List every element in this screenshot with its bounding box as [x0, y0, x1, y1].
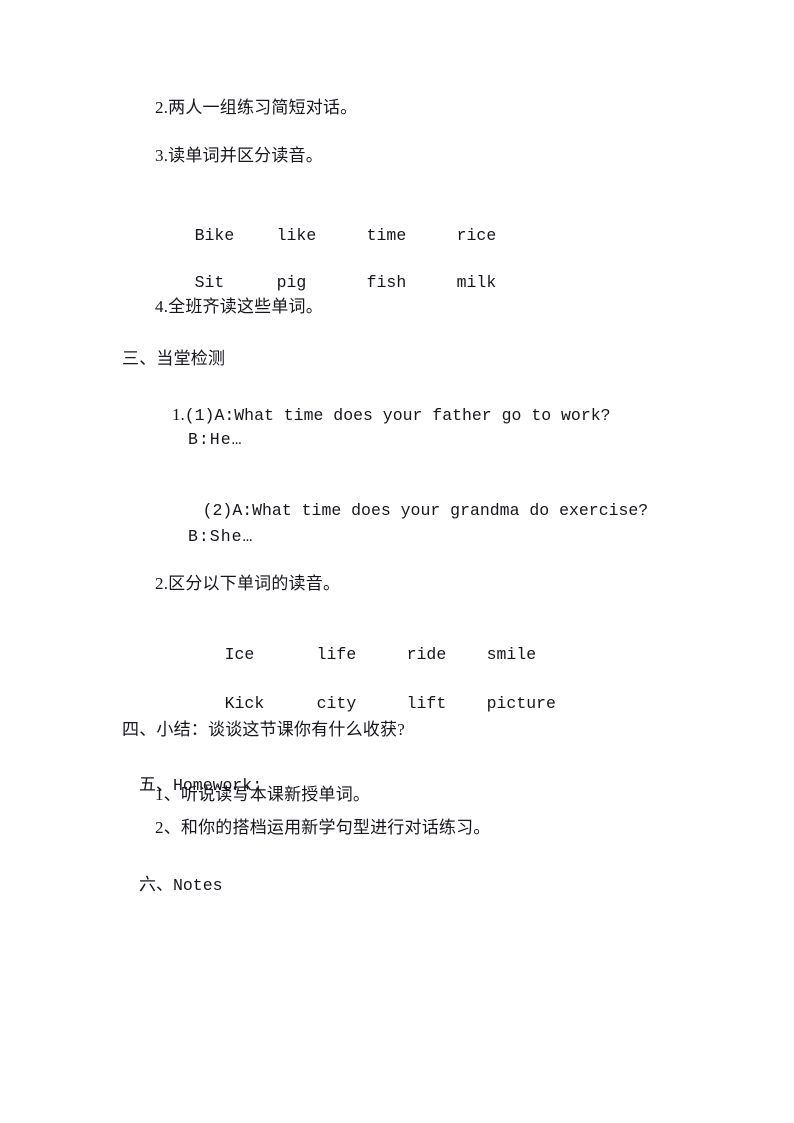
question-1-label: 1. — [172, 405, 185, 424]
word-cell: Bike — [194, 226, 235, 245]
homework-item-2: 2、和你的搭档运用新学句型进行对话练习。 — [155, 818, 491, 837]
dialogue-2-number: (2) — [202, 501, 233, 520]
dialogue-1-line-a: A:What time does your father go to work? — [214, 406, 611, 425]
word-cell: rice — [456, 226, 497, 245]
word-cell: time — [366, 226, 407, 245]
word-cell: fish — [366, 273, 407, 292]
word-cell: pig — [276, 273, 307, 292]
section-six-heading: 六、Notes — [122, 852, 223, 919]
word-cell: Kick — [224, 694, 265, 713]
section-four-heading: 四、小结：谈谈这节课你有什么收获? — [122, 720, 405, 739]
practice-item-2: 2.两人一组练习简短对话。 — [155, 98, 358, 117]
dialogue-2-text: A:What time does your grandma do exercis… — [232, 501, 649, 520]
section-three-heading: 三、当堂检测 — [122, 349, 226, 368]
practice-item-4: 4.全班齐读这些单词。 — [155, 297, 323, 316]
word-cell: milk — [456, 273, 497, 292]
word-cell: ride — [406, 645, 447, 664]
word-cell: lift — [406, 694, 447, 713]
dialogue-2-line-b: B:She… — [188, 527, 254, 546]
question-2-label: 2.区分以下单词的读音。 — [155, 574, 341, 593]
word-cell: picture — [486, 694, 556, 713]
section-six-title: Notes — [173, 876, 223, 895]
document-page: 2.两人一组练习简短对话。 3.读单词并区分读音。 Bike like time ri… — [0, 0, 794, 1123]
word-cell: Sit — [194, 273, 225, 292]
word-cell: city — [316, 694, 357, 713]
homework-item-1: 1、听说读写本课新授单词。 — [155, 785, 371, 804]
practice-item-3: 3.读单词并区分读音。 — [155, 146, 323, 165]
dialogue-1-number: (1) — [184, 406, 215, 425]
word-cell: like — [276, 226, 317, 245]
word-cell: smile — [486, 645, 537, 664]
section-six-prefix: 六、 — [139, 875, 173, 894]
word-cell: life — [316, 645, 357, 664]
word-cell: Ice — [224, 645, 255, 664]
dialogue-1-line-b: B:He… — [188, 430, 243, 449]
